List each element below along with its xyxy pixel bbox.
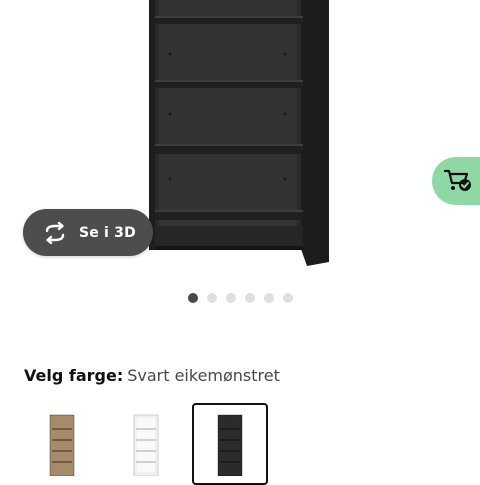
- carousel-dot[interactable]: [283, 293, 293, 303]
- color-swatch[interactable]: [108, 403, 184, 485]
- bookcase-thumbnail: [49, 414, 75, 476]
- view-3d-button[interactable]: Se i 3D: [23, 209, 153, 256]
- color-swatch-list: [24, 403, 268, 485]
- carousel-dot[interactable]: [207, 293, 217, 303]
- bookcase-image: [149, 0, 329, 266]
- color-swatch[interactable]: [24, 403, 100, 485]
- carousel-dot[interactable]: [245, 293, 255, 303]
- color-label: Velg farge:: [24, 366, 124, 385]
- add-to-cart-icon: [443, 168, 472, 194]
- bookcase-thumbnail: [133, 414, 159, 476]
- image-carousel-dots: [188, 293, 293, 303]
- color-picker-label: Velg farge: Svart eikemønstret: [24, 366, 280, 385]
- view-3d-label: Se i 3D: [79, 224, 136, 241]
- selected-color-value: Svart eikemønstret: [127, 366, 280, 385]
- carousel-dot[interactable]: [264, 293, 274, 303]
- bookcase-thumbnail: [217, 414, 243, 476]
- carousel-dot[interactable]: [188, 293, 198, 303]
- rotate-3d-icon: [41, 221, 69, 244]
- carousel-dot[interactable]: [226, 293, 236, 303]
- color-swatch[interactable]: [192, 403, 268, 485]
- add-to-cart-button[interactable]: [432, 157, 480, 205]
